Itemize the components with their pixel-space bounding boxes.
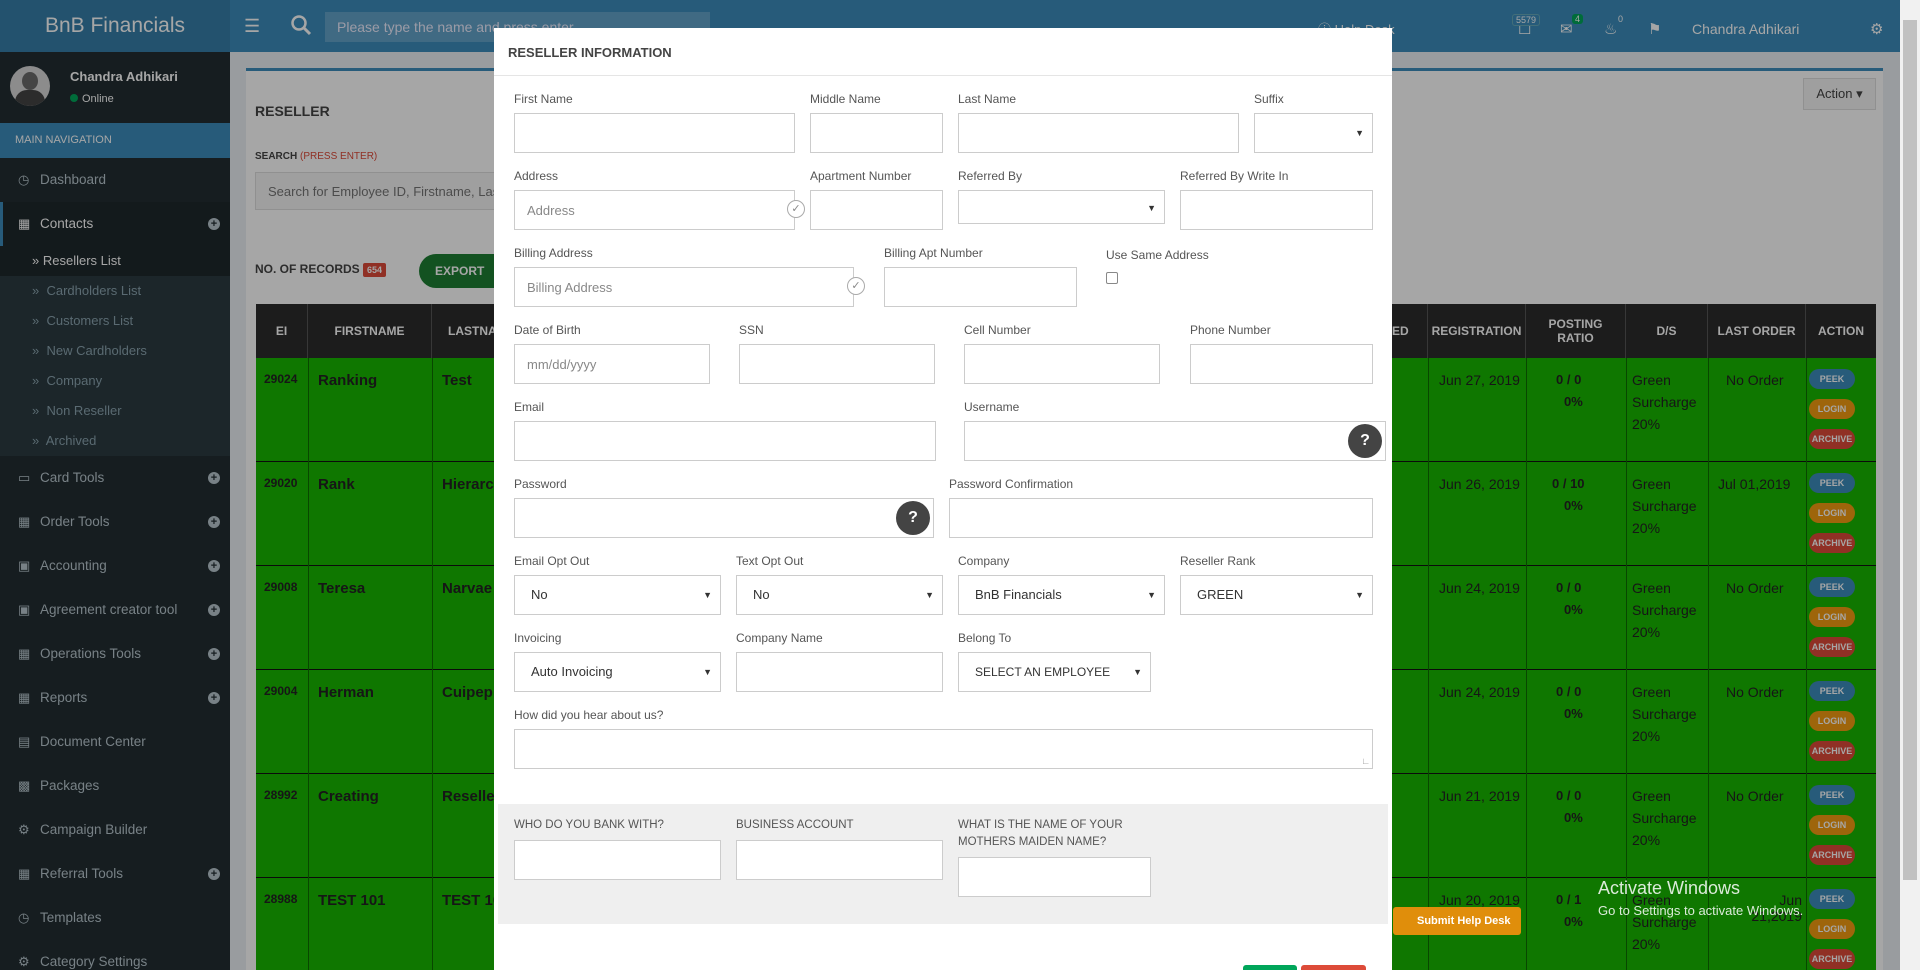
ssn-field[interactable] xyxy=(739,344,935,384)
email-opt-out-value: No xyxy=(531,587,548,602)
activate-windows-title: Activate Windows xyxy=(1598,878,1741,898)
reseller-rank-label: Reseller Rank xyxy=(1180,554,1256,568)
submit-help-desk-button[interactable]: Submit Help Desk xyxy=(1393,907,1521,935)
scrollbar-thumb[interactable] xyxy=(1903,20,1917,880)
bank-with-field[interactable] xyxy=(514,840,721,880)
phone-number-label: Phone Number xyxy=(1190,323,1271,337)
date-of-birth-label: Date of Birth xyxy=(514,323,581,337)
username-field[interactable] xyxy=(964,421,1386,461)
address-field[interactable] xyxy=(514,190,795,230)
username-label: Username xyxy=(964,400,1020,414)
company-select[interactable]: BnB Financials ▼ xyxy=(958,575,1165,615)
address-verify-icon: ✓ xyxy=(787,200,805,218)
belong-to-label: Belong To xyxy=(958,631,1012,645)
ssn-label: SSN xyxy=(739,323,764,337)
business-account-field[interactable] xyxy=(736,840,943,880)
last-name-field[interactable] xyxy=(958,113,1239,153)
save-button[interactable] xyxy=(1243,965,1297,970)
company-name-field[interactable] xyxy=(736,652,943,692)
referred-by-write-in-field[interactable] xyxy=(1180,190,1373,230)
billing-apt-number-label: Billing Apt Number xyxy=(884,246,983,260)
cell-number-field[interactable] xyxy=(964,344,1160,384)
password-confirmation-label: Password Confirmation xyxy=(949,477,1074,491)
reseller-rank-value: GREEN xyxy=(1197,587,1244,602)
text-opt-out-select[interactable]: No ▼ xyxy=(736,575,943,615)
referred-by-select[interactable]: ▼ xyxy=(958,190,1165,224)
caret-down-icon: ▼ xyxy=(703,667,712,677)
invoicing-label: Invoicing xyxy=(514,631,562,645)
email-label: Email xyxy=(514,400,545,414)
caret-down-icon: ▼ xyxy=(1147,203,1156,213)
cancel-button[interactable] xyxy=(1301,965,1366,970)
date-of-birth-field[interactable] xyxy=(514,344,710,384)
suffix-select[interactable]: ▼ xyxy=(1254,113,1373,153)
apartment-number-label: Apartment Number xyxy=(810,169,912,183)
activate-windows-subtitle: Go to Settings to activate Windows. xyxy=(1598,903,1804,918)
username-help-icon[interactable]: ? xyxy=(1348,424,1382,458)
reseller-information-modal: RESELLER INFORMATION First Name Middle N… xyxy=(494,28,1392,970)
invoicing-select[interactable]: Auto Invoicing ▼ xyxy=(514,652,721,692)
text-opt-out-value: No xyxy=(753,587,770,602)
middle-name-label: Middle Name xyxy=(810,92,881,106)
company-name-label: Company Name xyxy=(736,631,823,645)
first-name-field[interactable] xyxy=(514,113,795,153)
middle-name-field[interactable] xyxy=(810,113,943,153)
referred-by-label: Referred By xyxy=(958,169,1023,183)
caret-down-icon: ▼ xyxy=(1355,590,1364,600)
phone-number-field[interactable] xyxy=(1190,344,1373,384)
address-label: Address xyxy=(514,169,559,183)
caret-down-icon: ▼ xyxy=(1147,590,1156,600)
password-label: Password xyxy=(514,477,567,491)
billing-address-verify-icon: ✓ xyxy=(847,277,865,295)
billing-address-field[interactable] xyxy=(514,267,854,307)
caret-down-icon: ▼ xyxy=(703,590,712,600)
email-field[interactable] xyxy=(514,421,936,461)
belong-to-select[interactable]: SELECT AN EMPLOYEE ▼ xyxy=(958,652,1151,692)
hear-about-us-label: How did you hear about us? xyxy=(514,708,664,722)
suffix-label: Suffix xyxy=(1254,92,1284,106)
first-name-label: First Name xyxy=(514,92,573,106)
caret-down-icon: ▼ xyxy=(925,590,934,600)
text-opt-out-label: Text Opt Out xyxy=(736,554,804,568)
company-label: Company xyxy=(958,554,1010,568)
bank-with-label: WHO DO YOU BANK WITH? xyxy=(514,819,664,831)
belong-to-value: SELECT AN EMPLOYEE xyxy=(975,665,1111,679)
billing-address-label: Billing Address xyxy=(514,246,593,260)
password-confirmation-field[interactable] xyxy=(949,498,1373,538)
maiden-name-label-line2: MOTHERS MAIDEN NAME? xyxy=(958,836,1107,848)
referred-by-write-in-label: Referred By Write In xyxy=(1180,169,1289,183)
email-opt-out-select[interactable]: No ▼ xyxy=(514,575,721,615)
maiden-name-label-line1: WHAT IS THE NAME OF YOUR xyxy=(958,819,1123,831)
maiden-name-field[interactable] xyxy=(958,857,1151,897)
resize-grip-icon[interactable]: ∟ xyxy=(1361,756,1370,766)
company-value: BnB Financials xyxy=(975,587,1062,602)
password-field[interactable] xyxy=(514,498,934,538)
last-name-label: Last Name xyxy=(958,92,1017,106)
use-same-address-label: Use Same Address xyxy=(1106,248,1209,262)
reseller-rank-select[interactable]: GREEN ▼ xyxy=(1180,575,1373,615)
cell-number-label: Cell Number xyxy=(964,323,1031,337)
modal-title: RESELLER INFORMATION xyxy=(508,45,672,60)
apartment-number-field[interactable] xyxy=(810,190,943,230)
invoicing-value: Auto Invoicing xyxy=(531,664,613,679)
modal-header: RESELLER INFORMATION xyxy=(494,28,1392,76)
email-opt-out-label: Email Opt Out xyxy=(514,554,590,568)
business-account-label: BUSINESS ACCOUNT xyxy=(736,819,854,831)
caret-down-icon: ▼ xyxy=(1133,667,1142,677)
hear-about-us-textarea[interactable]: ∟ xyxy=(514,729,1373,769)
use-same-address-checkbox[interactable] xyxy=(1106,272,1118,284)
password-help-icon[interactable]: ? xyxy=(896,501,930,535)
billing-apt-number-field[interactable] xyxy=(884,267,1077,307)
caret-down-icon: ▼ xyxy=(1355,128,1364,138)
